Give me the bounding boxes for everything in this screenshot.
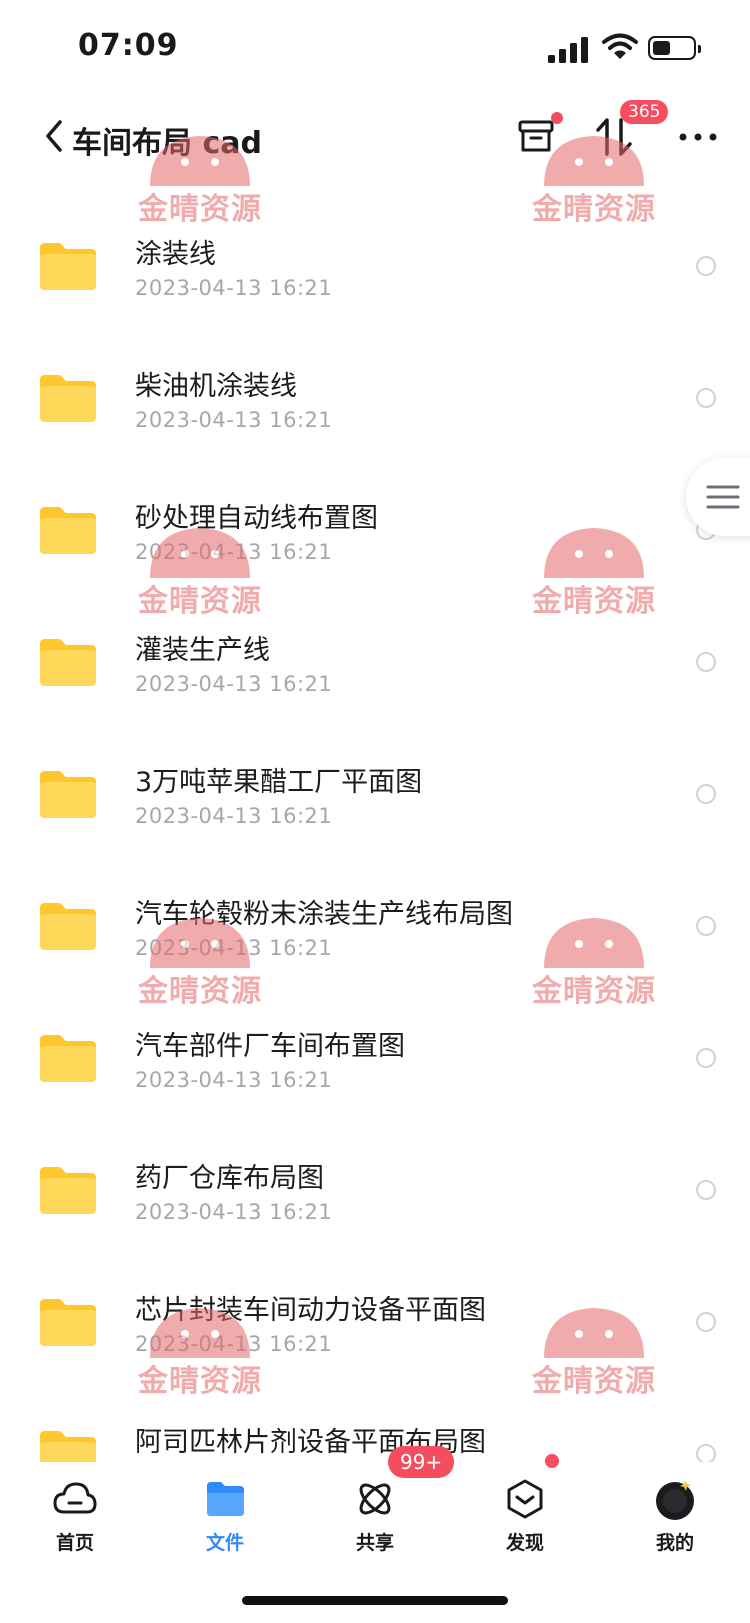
- folder-date: 2023-04-13 16:21: [135, 672, 333, 696]
- tab-me[interactable]: 我的: [600, 1462, 750, 1562]
- folder-name: 柴油机涂装线: [135, 371, 297, 402]
- tab-discover[interactable]: 发现: [450, 1462, 600, 1562]
- tab-label: 首页: [55, 1532, 94, 1554]
- folder-icon: [40, 243, 96, 290]
- tab-label: 发现: [505, 1532, 544, 1554]
- share-count-badge: 99+: [388, 1446, 455, 1478]
- folder-icon: [40, 1431, 96, 1462]
- folder-icon: [40, 1167, 96, 1214]
- tab-files[interactable]: 文件: [150, 1462, 300, 1562]
- select-radio[interactable]: [696, 1180, 716, 1200]
- folder-icon: [40, 375, 96, 422]
- folder-name: 灌装生产线: [135, 635, 270, 666]
- select-radio[interactable]: [696, 1444, 716, 1462]
- status-time: 07:09: [78, 28, 179, 63]
- folder-date: 2023-04-13 16:21: [135, 408, 333, 432]
- home-indicator: [242, 1596, 508, 1605]
- back-arrow-icon[interactable]: [40, 116, 70, 156]
- folder-name: 汽车轮毂粉末涂装生产线布局图: [135, 899, 513, 930]
- folder-date: 2023-04-13 16:21: [135, 804, 333, 828]
- status-bar: 07:09: [0, 0, 750, 96]
- signal-icon: [548, 37, 588, 63]
- folder-row[interactable]: 柴油机涂装线 2023-04-13 16:21: [0, 358, 750, 490]
- folder-date: 2023-04-13 16:21: [135, 1200, 333, 1224]
- folder-icon: [40, 903, 96, 950]
- folder-date: 2023-04-13 16:21: [135, 936, 333, 960]
- folder-name: 药厂仓库布局图: [135, 1163, 324, 1194]
- share-icon: [359, 1483, 391, 1515]
- select-radio[interactable]: [696, 916, 716, 936]
- menu-lines-icon: [706, 485, 740, 509]
- folder-date: 2023-04-13 16:21: [135, 1068, 333, 1092]
- folder-name: 涂装线: [135, 239, 216, 270]
- avatar-icon: [656, 1480, 694, 1520]
- folder-name: 砂处理自动线布置图: [135, 503, 378, 534]
- folder-icon: [40, 1035, 96, 1082]
- folder-icon: [40, 1299, 96, 1346]
- folder-row[interactable]: 阿司匹林片剂设备平面布局图: [0, 1414, 750, 1462]
- more-options-icon[interactable]: [678, 132, 718, 142]
- folder-icon: [40, 639, 96, 686]
- folder-date: 2023-04-13 16:21: [135, 1332, 333, 1356]
- discover-notification-dot: [545, 1454, 559, 1468]
- folder-icon: [40, 507, 96, 554]
- folder-row[interactable]: 3万吨苹果醋工厂平面图 2023-04-13 16:21: [0, 754, 750, 886]
- discover-icon: [507, 1479, 543, 1519]
- tab-label: 共享: [355, 1532, 394, 1554]
- bottom-tab-bar: 首页 文件 共享 99+ 发现 我的: [0, 1446, 750, 1623]
- select-radio[interactable]: [696, 1312, 716, 1332]
- folder-date: 2023-04-13 16:21: [135, 276, 333, 300]
- folder-row[interactable]: 药厂仓库布局图 2023-04-13 16:21: [0, 1150, 750, 1282]
- select-radio[interactable]: [696, 652, 716, 672]
- cloud-icon: [53, 1482, 97, 1514]
- tab-home[interactable]: 首页: [0, 1462, 150, 1562]
- folder-row[interactable]: 汽车轮毂粉末涂装生产线布局图 2023-04-13 16:21: [0, 886, 750, 1018]
- select-radio[interactable]: [696, 388, 716, 408]
- folder-row[interactable]: 灌装生产线 2023-04-13 16:21: [0, 622, 750, 754]
- select-radio[interactable]: [696, 784, 716, 804]
- folder-icon: [207, 1482, 244, 1516]
- header-bar: 车间布局 cad 365: [0, 96, 750, 206]
- folder-name: 汽车部件厂车间布置图: [135, 1031, 405, 1062]
- battery-icon: [648, 36, 701, 60]
- folder-date: 2023-04-13 16:21: [135, 540, 333, 564]
- select-radio[interactable]: [696, 256, 716, 276]
- folder-row[interactable]: 涂装线 2023-04-13 16:21: [0, 226, 750, 358]
- folder-row[interactable]: 汽车部件厂车间布置图 2023-04-13 16:21: [0, 1018, 750, 1150]
- page-title: 车间布局 cad: [72, 126, 262, 161]
- tab-label: 我的: [655, 1532, 694, 1554]
- folder-row[interactable]: 芯片封装车间动力设备平面图 2023-04-13 16:21: [0, 1282, 750, 1414]
- wifi-icon: [602, 33, 638, 59]
- select-radio[interactable]: [696, 1048, 716, 1068]
- folder-name: 芯片封装车间动力设备平面图: [135, 1295, 486, 1326]
- folder-name: 3万吨苹果醋工厂平面图: [135, 767, 423, 798]
- tab-label: 文件: [205, 1532, 244, 1554]
- recycle-notification-dot: [551, 112, 563, 124]
- file-list: 涂装线 2023-04-13 16:21 柴油机涂装线 2023-04-13 1…: [0, 222, 750, 1462]
- transfer-count-badge: 365: [620, 100, 669, 124]
- folder-row[interactable]: 砂处理自动线布置图 2023-04-13 16:21: [0, 490, 750, 622]
- folder-icon: [40, 771, 96, 818]
